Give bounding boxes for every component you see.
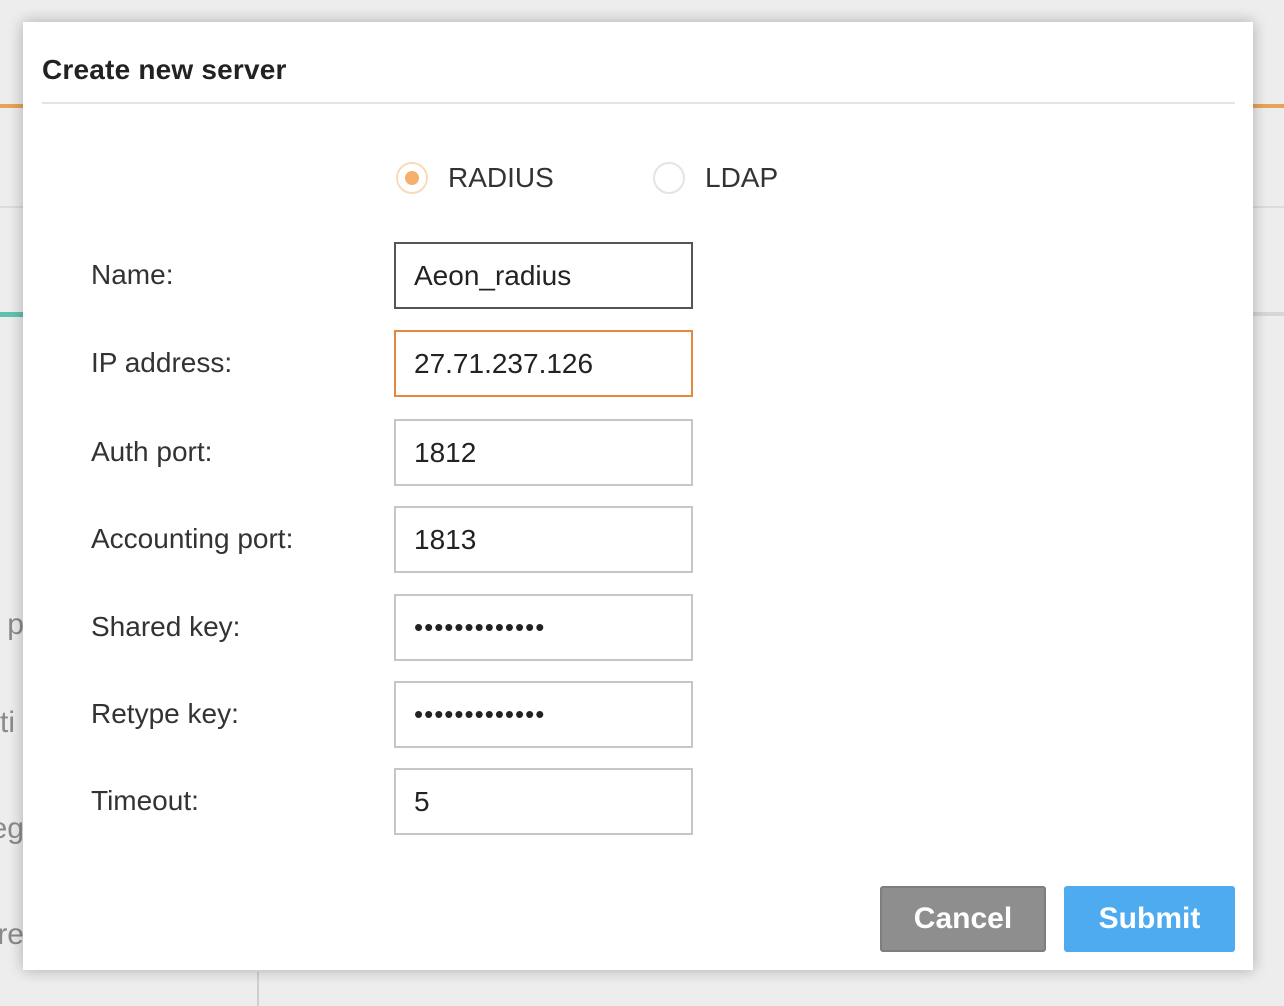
title-divider: [42, 102, 1235, 104]
cancel-button[interactable]: Cancel: [880, 886, 1046, 952]
retype-key-label: Retype key:: [91, 698, 239, 729]
active-tab-indicator: [0, 312, 24, 317]
retype-key-input[interactable]: [394, 681, 693, 748]
auth-port-input[interactable]: [394, 419, 693, 486]
accounting-port-input[interactable]: [394, 506, 693, 573]
submit-button[interactable]: Submit: [1064, 886, 1235, 952]
shared-key-label: Shared key:: [91, 611, 241, 642]
name-input[interactable]: [394, 242, 693, 309]
background-text-fragment: e p: [0, 608, 24, 641]
timeout-label: Timeout:: [91, 785, 199, 816]
radio-label-ldap: LDAP: [705, 162, 779, 193]
background-text-fragment: ti: [0, 706, 15, 739]
radio-label-radius: RADIUS: [448, 162, 554, 193]
radio-selected-dot: [405, 171, 419, 185]
background-text-fragment: re: [0, 918, 24, 951]
auth-port-label: Auth port:: [91, 436, 213, 467]
ip-address-input[interactable]: [394, 330, 693, 397]
radio-option-radius[interactable]: RADIUS: [396, 158, 554, 198]
ip-address-label: IP address:: [91, 347, 233, 378]
accounting-port-label: Accounting port:: [91, 523, 294, 554]
shared-key-input[interactable]: [394, 594, 693, 661]
radio-option-ldap[interactable]: LDAP: [653, 158, 778, 198]
background-column-divider: [257, 972, 259, 1006]
background-text-fragment: eg: [0, 812, 24, 845]
name-label: Name:: [91, 259, 174, 290]
background-divider: [1252, 312, 1284, 316]
create-server-dialog: Create new server RADIUS LDAP Name: IP a…: [23, 22, 1253, 970]
timeout-input[interactable]: [394, 768, 693, 835]
dialog-title: Create new server: [42, 54, 287, 85]
radio-button-checked[interactable]: [396, 162, 428, 194]
radio-button-unchecked[interactable]: [653, 162, 685, 194]
